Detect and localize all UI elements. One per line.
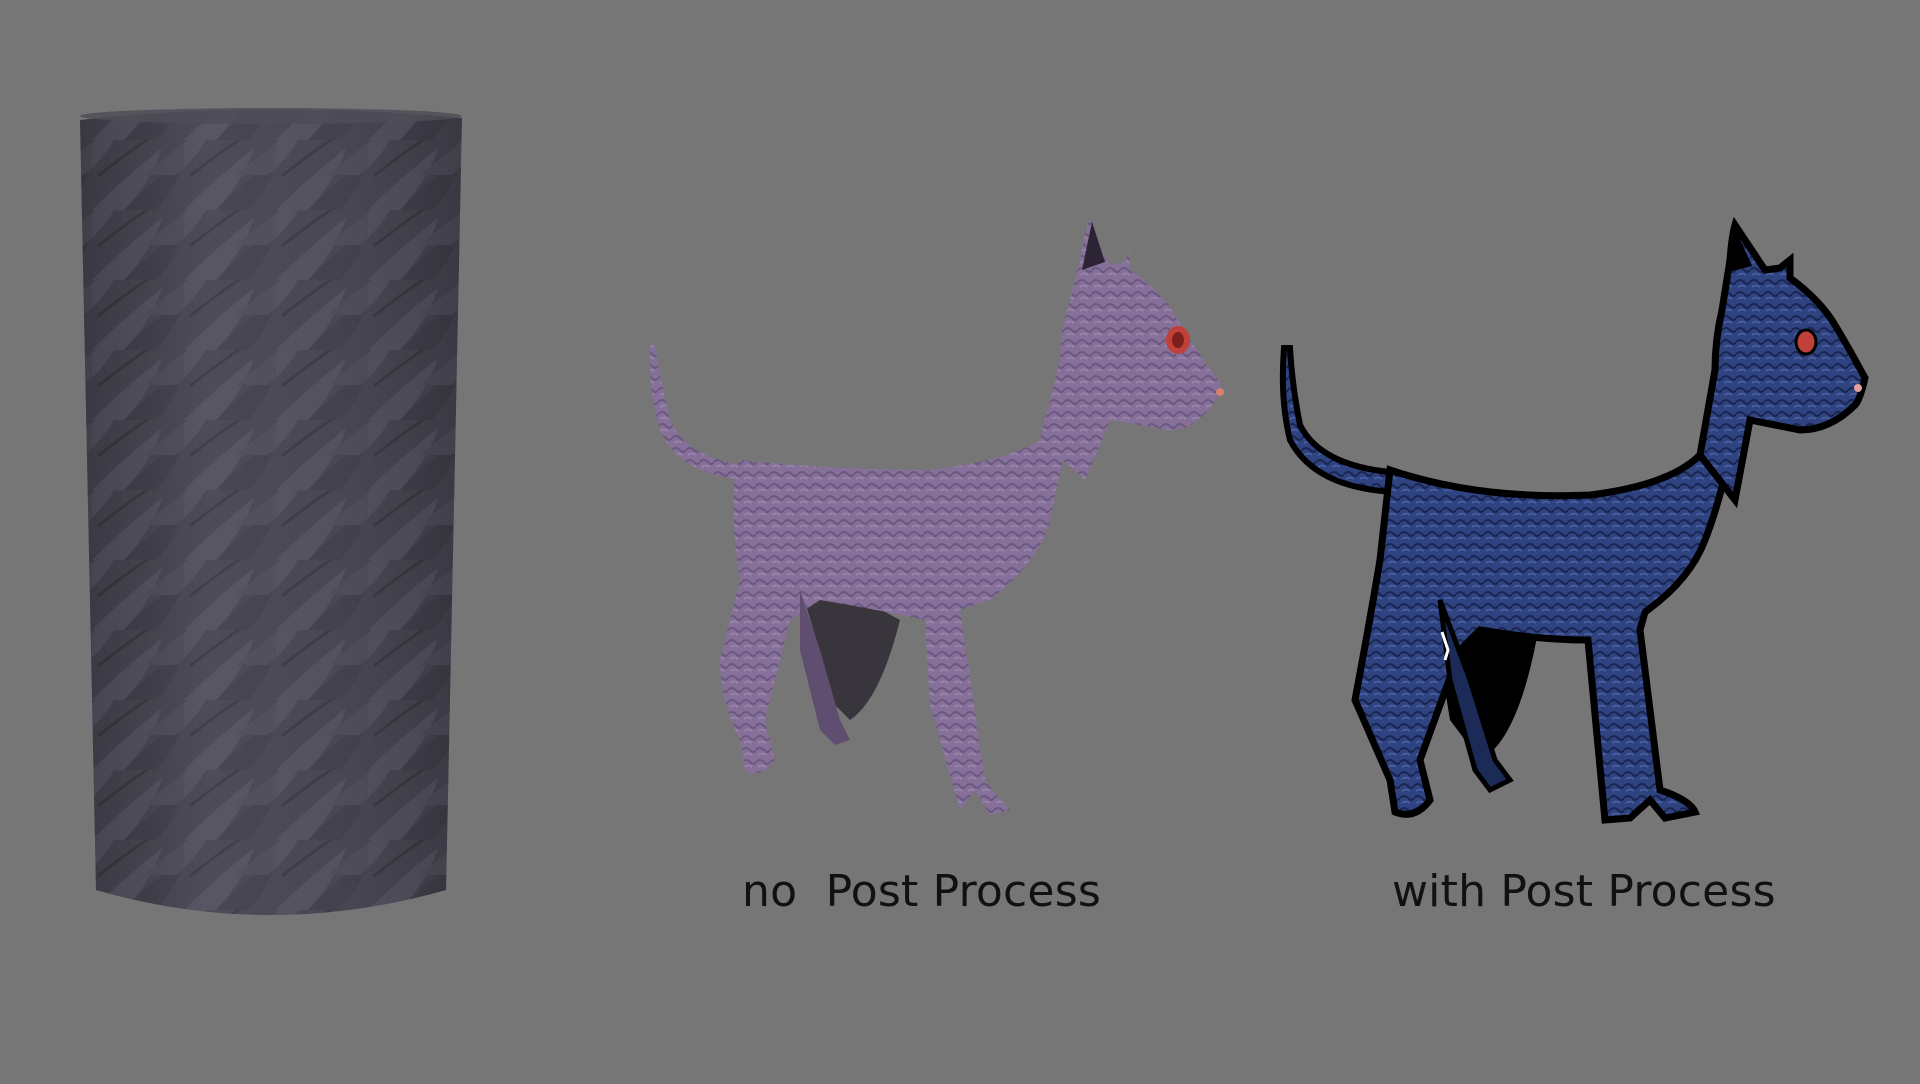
scene-canvas xyxy=(80,108,1869,915)
caption-no-post-process: no Post Process xyxy=(742,866,1101,917)
cat-with-post-process xyxy=(1279,216,1869,824)
render-comparison-scene: no Post Process with Post Process xyxy=(0,0,1920,1080)
cat-without-post-process xyxy=(649,218,1224,815)
caption-with-post-process: with Post Process xyxy=(1392,866,1776,917)
scale-textured-cylinder xyxy=(80,108,462,915)
